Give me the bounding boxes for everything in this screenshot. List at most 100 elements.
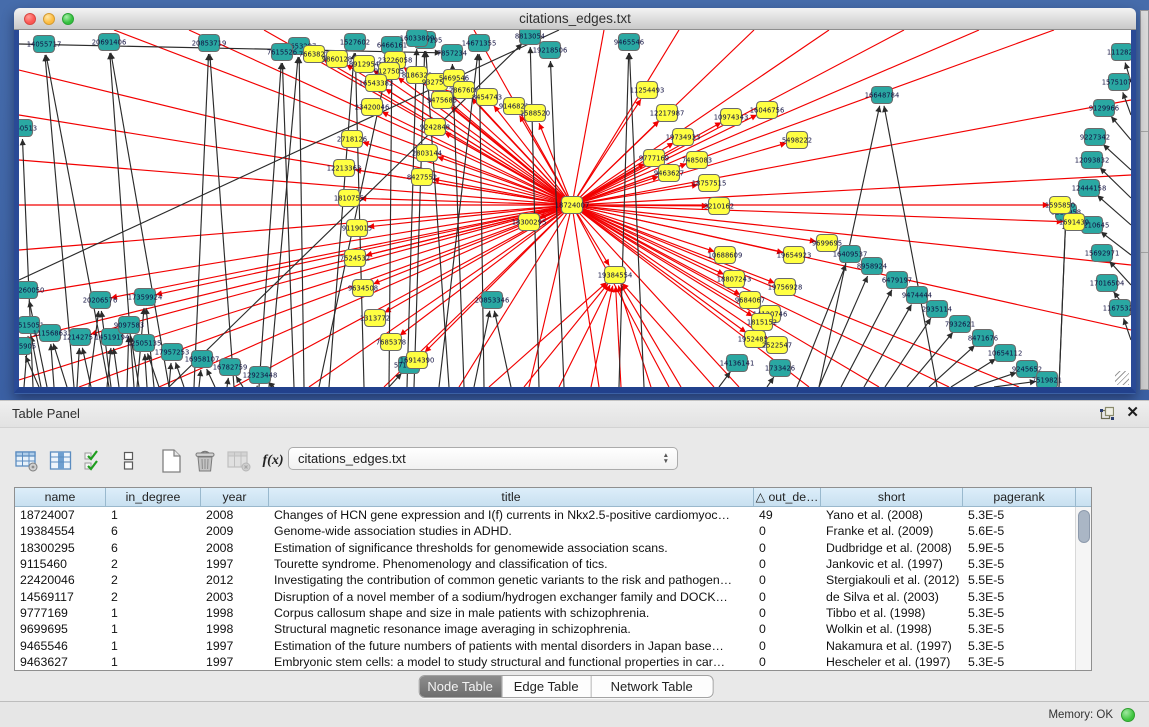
graph-node[interactable]: 9699695: [812, 235, 842, 252]
column-header-short[interactable]: short: [821, 488, 963, 506]
graph-node[interactable]: 10654112: [988, 345, 1023, 362]
graph-node[interactable]: 9475685: [427, 92, 457, 109]
network-canvas[interactable]: 1405571720691406208537191065328715276026…: [14, 30, 1136, 393]
window-titlebar[interactable]: citations_edges.txt: [14, 8, 1136, 30]
graph-node[interactable]: 20853719: [192, 35, 227, 52]
graph-node[interactable]: 1691439: [1059, 214, 1089, 231]
table-row[interactable]: 946362711997Embryonic stem cells: a mode…: [15, 654, 1091, 670]
column-edit-button[interactable]: [44, 446, 78, 476]
graph-node[interactable]: 8427552: [407, 169, 437, 186]
graph-node[interactable]: 1810755: [334, 190, 364, 207]
close-panel-button[interactable]: ✕: [1126, 405, 1139, 421]
graph-node[interactable]: 16648784: [865, 87, 900, 104]
graph-node[interactable]: 2803144: [412, 145, 442, 162]
tab-node-table[interactable]: Node Table: [419, 676, 501, 697]
table-row[interactable]: 1456911722003Disruption of a novel membe…: [15, 589, 1091, 605]
column-header-year[interactable]: year: [201, 488, 269, 506]
table-settings-button[interactable]: [10, 446, 44, 476]
graph-node[interactable]: 1527602: [340, 34, 370, 51]
graph-node[interactable]: 8471676: [968, 330, 998, 347]
graph-node[interactable]: 9465546: [614, 34, 644, 51]
resize-grip-icon[interactable]: [1115, 371, 1129, 385]
column-header-name[interactable]: name: [15, 488, 106, 506]
float-panel-button[interactable]: [1100, 406, 1114, 420]
graph-node[interactable]: 20691406: [92, 34, 127, 51]
column-header-out_de[interactable]: △ out_de…: [754, 488, 821, 506]
graph-node[interactable]: 6479197: [882, 272, 912, 289]
graph-node[interactable]: 7485083: [682, 152, 712, 169]
graph-node[interactable]: 19734933: [666, 129, 701, 146]
graph-node[interactable]: 7932621: [945, 316, 975, 333]
delete-table-button[interactable]: [188, 446, 222, 476]
column-header-pagerank[interactable]: pagerank: [963, 488, 1076, 506]
graph-node[interactable]: 7519821: [1032, 372, 1062, 388]
graph-node[interactable]: 12142757: [63, 329, 98, 346]
tab-network-table[interactable]: Network Table: [590, 676, 712, 697]
graph-node[interactable]: 12217987: [650, 105, 685, 122]
column-header-title[interactable]: title: [269, 488, 754, 506]
table-row[interactable]: 969969511998Structural magnetic resonanc…: [15, 621, 1091, 637]
table-row[interactable]: 977716911998Corpus callosum shape and si…: [15, 605, 1091, 621]
table-row[interactable]: 2242004622012Investigating the contribut…: [15, 572, 1091, 588]
graph-node[interactable]: 12444158: [1072, 180, 1107, 197]
tab-edge-table[interactable]: Edge Table: [501, 676, 590, 697]
graph-node[interactable]: 2522547: [762, 337, 792, 354]
table-selector-dropdown[interactable]: citations_edges.txt ▲▼: [288, 447, 678, 470]
graph-node[interactable]: 1733426: [765, 360, 795, 377]
graph-node[interactable]: 14136141: [720, 355, 755, 372]
graph-node[interactable]: 12923448: [243, 367, 278, 384]
table-row[interactable]: 1938455462009Genome-wide association stu…: [15, 523, 1091, 539]
graph-node[interactable]: 12260050: [19, 282, 44, 299]
graph-node[interactable]: 2718126: [337, 131, 367, 148]
graph-node[interactable]: 5498222: [782, 132, 812, 149]
graph-node[interactable]: 17016504: [1090, 275, 1125, 292]
graph-node[interactable]: 9634508: [348, 280, 378, 297]
graph-node[interactable]: 9097583: [114, 317, 144, 334]
select-rows-button[interactable]: [78, 446, 112, 476]
graph-node[interactable]: 1313772: [360, 310, 390, 327]
graph-node[interactable]: 7524532: [340, 250, 370, 267]
row-height-button[interactable]: [112, 446, 146, 476]
graph-node[interactable]: 9129966: [1089, 100, 1119, 117]
graph-node[interactable]: 15692971: [1085, 245, 1120, 262]
table-row[interactable]: 946554611997Estimation of the future num…: [15, 638, 1091, 654]
graph-node[interactable]: 10688609: [708, 247, 743, 264]
table-vertical-scrollbar[interactable]: [1075, 507, 1091, 670]
graph-node[interactable]: 8958924: [857, 258, 887, 275]
scrollbar-thumb[interactable]: [1078, 510, 1090, 543]
graph-node[interactable]: 1815152: [747, 314, 777, 331]
table-row[interactable]: 1830029562008Estimation of significance …: [15, 540, 1091, 556]
graph-node[interactable]: 15751074: [1102, 74, 1131, 91]
function-builder-button[interactable]: f(x): [256, 446, 290, 476]
graph-node[interactable]: 7857234: [437, 45, 467, 62]
graph-node[interactable]: 9684067: [735, 292, 765, 309]
graph-node[interactable]: 9242848: [420, 119, 450, 136]
graph-node[interactable]: 7615526: [267, 44, 297, 61]
graph-node[interactable]: 9119015: [342, 220, 372, 237]
graph-node[interactable]: 11254493: [630, 82, 665, 99]
graph-node[interactable]: 20206576: [83, 292, 118, 309]
network-graph[interactable]: 1405571720691406208537191065328715276026…: [19, 30, 1131, 387]
graph-node[interactable]: 1595850: [1045, 197, 1075, 214]
graph-node[interactable]: 2935114: [922, 301, 952, 318]
graph-node[interactable]: 12093832: [1075, 152, 1110, 169]
column-header-in_degree[interactable]: in_degree: [106, 488, 201, 506]
graph-node[interactable]: 14055717: [27, 36, 62, 53]
graph-node[interactable]: 9463627: [654, 165, 684, 182]
table-row[interactable]: 911546021997Tourette syndrome. Phenomeno…: [15, 556, 1091, 572]
graph-node[interactable]: 9860128: [322, 51, 352, 68]
table-row[interactable]: 1872400712008Changes of HCN gene express…: [15, 507, 1091, 523]
graph-node[interactable]: 9474444: [902, 287, 932, 304]
graph-node[interactable]: 12213363: [327, 160, 362, 177]
import-table-button[interactable]: [222, 446, 256, 476]
graph-node[interactable]: 9227342: [1080, 129, 1110, 146]
new-table-button[interactable]: [154, 446, 188, 476]
graph-node[interactable]: 19654923: [777, 247, 812, 264]
graph-node[interactable]: 7685378: [376, 334, 406, 351]
graph-node[interactable]: 11675320: [1103, 300, 1131, 317]
graph-node[interactable]: 2060513: [19, 120, 37, 137]
graph-node[interactable]: 3210162: [704, 198, 734, 215]
graph-node[interactable]: 8454743: [472, 89, 502, 106]
graph-node[interactable]: 1112825: [1107, 44, 1131, 61]
graph-node[interactable]: 19384554: [598, 267, 633, 284]
